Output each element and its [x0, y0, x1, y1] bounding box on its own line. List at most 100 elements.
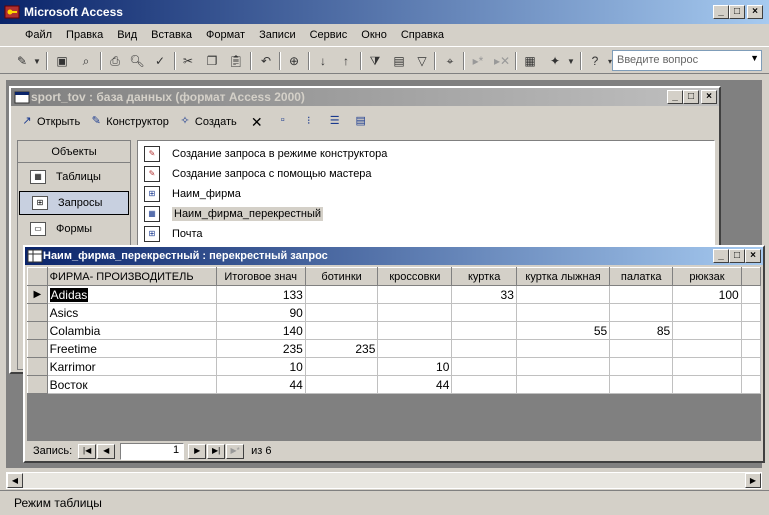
query-close-button[interactable]: × — [745, 249, 761, 263]
row-selector[interactable] — [27, 357, 48, 376]
column-header[interactable]: рюкзак — [672, 267, 742, 286]
open-button[interactable]: ↗ Открыть — [19, 114, 80, 130]
table-cell[interactable] — [740, 303, 761, 322]
large-icons-button[interactable]: ▫ — [275, 114, 293, 130]
table-cell[interactable]: 235 — [215, 339, 306, 358]
app-close-button[interactable]: × — [747, 5, 763, 19]
column-header[interactable]: Итоговое знач — [215, 267, 306, 286]
menu-item[interactable]: Вид — [110, 29, 144, 41]
table-cell[interactable] — [451, 357, 517, 376]
table-cell[interactable] — [672, 357, 742, 376]
table-cell[interactable] — [672, 375, 742, 394]
scroll-left-icon[interactable]: ◀ — [7, 473, 23, 488]
column-header[interactable]: ФИРМА- ПРОИЗВОДИТЕЛЬ — [46, 267, 217, 286]
help-icon[interactable]: ? — [585, 51, 605, 71]
row-selector[interactable] — [27, 321, 48, 340]
delete-button[interactable]: ✕ — [249, 114, 267, 130]
menu-item[interactable]: Справка — [394, 29, 451, 41]
table-cell[interactable]: 235 — [304, 339, 379, 358]
sort-ascending-icon[interactable]: ↓ — [313, 51, 333, 71]
table-cell[interactable] — [609, 285, 674, 304]
table-cell[interactable] — [740, 285, 761, 304]
database-window-icon[interactable]: ▦ — [520, 51, 540, 71]
menu-item[interactable]: Записи — [252, 29, 303, 41]
table-cell[interactable]: 33 — [451, 285, 517, 304]
table-cell[interactable] — [304, 285, 379, 304]
list-item[interactable]: ✎ Создание запроса с помощью мастера — [144, 165, 372, 183]
objects-item-tables[interactable]: ▦ Таблицы — [18, 165, 130, 189]
find-icon[interactable]: ⌖ — [440, 51, 460, 71]
undo-icon[interactable]: ↶ — [256, 51, 276, 71]
table-row[interactable]: Freetime 235 235 — [27, 339, 761, 358]
table-cell[interactable] — [609, 375, 674, 394]
table-cell[interactable] — [451, 303, 517, 322]
table-cell[interactable] — [451, 375, 517, 394]
menu-item[interactable]: Файл — [18, 29, 59, 41]
table-cell[interactable] — [451, 339, 517, 358]
column-header[interactable]: куртка — [451, 267, 517, 286]
table-cell[interactable] — [515, 303, 611, 322]
table-cell[interactable]: 85 — [609, 321, 674, 340]
table-cell[interactable] — [740, 321, 761, 340]
table-row[interactable]: Asics 90 — [27, 303, 761, 322]
table-cell[interactable]: 10 — [215, 357, 306, 376]
column-header[interactable]: кроссовки — [377, 267, 453, 286]
objects-item-forms[interactable]: ▭ Формы — [18, 217, 130, 241]
filter-form-icon[interactable]: ▤ — [389, 51, 409, 71]
paste-icon[interactable]: 📋︎ — [226, 51, 246, 71]
table-cell[interactable] — [609, 303, 674, 322]
row-selector[interactable] — [27, 303, 48, 322]
table-cell[interactable] — [515, 285, 611, 304]
table-cell[interactable] — [304, 303, 379, 322]
hyperlink-icon[interactable]: ⊕ — [284, 51, 304, 71]
table-row[interactable]: Восток 44 44 — [27, 375, 761, 394]
row-selector[interactable]: ▶ — [27, 285, 48, 304]
print-icon[interactable]: ⎙ — [105, 51, 125, 71]
table-cell[interactable]: Karrimor — [46, 357, 217, 376]
table-cell[interactable] — [609, 357, 674, 376]
table-cell[interactable]: Colambia — [46, 321, 217, 340]
db-close-button[interactable]: × — [701, 90, 717, 104]
app-minimize-button[interactable]: _ — [713, 5, 729, 19]
table-cell[interactable] — [304, 357, 379, 376]
table-cell[interactable] — [672, 303, 742, 322]
table-cell[interactable]: 55 — [515, 321, 611, 340]
table-cell[interactable] — [377, 303, 453, 322]
menu-item[interactable]: Окно — [354, 29, 394, 41]
previous-record-button[interactable]: ◀ — [97, 443, 116, 459]
scroll-right-icon[interactable]: ▶ — [745, 473, 761, 488]
table-cell[interactable] — [515, 357, 611, 376]
query-maximize-button[interactable]: □ — [729, 249, 745, 263]
row-selector[interactable] — [27, 375, 48, 394]
sort-descending-icon[interactable]: ↑ — [336, 51, 356, 71]
table-cell[interactable]: 44 — [215, 375, 306, 394]
new-record-nav-button[interactable]: ▶* — [226, 443, 245, 459]
delete-record-icon[interactable]: ▸✕ — [492, 51, 512, 71]
objects-header[interactable]: Объекты — [18, 141, 130, 163]
table-cell[interactable]: 133 — [215, 285, 306, 304]
table-cell[interactable]: 10 — [377, 357, 453, 376]
table-cell[interactable] — [377, 321, 453, 340]
search-file-icon[interactable]: ⌕ — [76, 51, 96, 71]
column-header[interactable]: ботинки — [304, 267, 379, 286]
filter-selection-icon[interactable]: ⧩ — [365, 51, 385, 71]
table-cell[interactable] — [515, 339, 611, 358]
table-cell[interactable] — [740, 339, 761, 358]
table-cell[interactable] — [672, 321, 742, 340]
record-number-input[interactable]: 1 — [120, 442, 185, 460]
copy-icon[interactable]: ❐ — [202, 51, 222, 71]
help-search-input[interactable]: Введите вопрос ▼ — [612, 50, 762, 71]
query-minimize-button[interactable]: _ — [713, 249, 729, 263]
table-cell[interactable] — [304, 321, 379, 340]
menu-item[interactable]: Формат — [199, 29, 252, 41]
table-cell[interactable]: 100 — [672, 285, 742, 304]
menu-item[interactable]: Сервис — [303, 29, 355, 41]
small-icons-button[interactable]: ⁝ — [301, 114, 319, 130]
table-cell[interactable] — [377, 339, 453, 358]
first-record-button[interactable]: |◀ — [78, 443, 97, 459]
menu-item[interactable]: Вставка — [144, 29, 199, 41]
list-item[interactable]: ⊞ Почта — [144, 225, 203, 243]
help-dropdown-icon[interactable]: ▼ — [750, 53, 759, 63]
list-item[interactable]: ▦ Наим_фирма_перекрестный — [144, 205, 324, 223]
new-record-icon[interactable]: ▸* — [468, 51, 488, 71]
